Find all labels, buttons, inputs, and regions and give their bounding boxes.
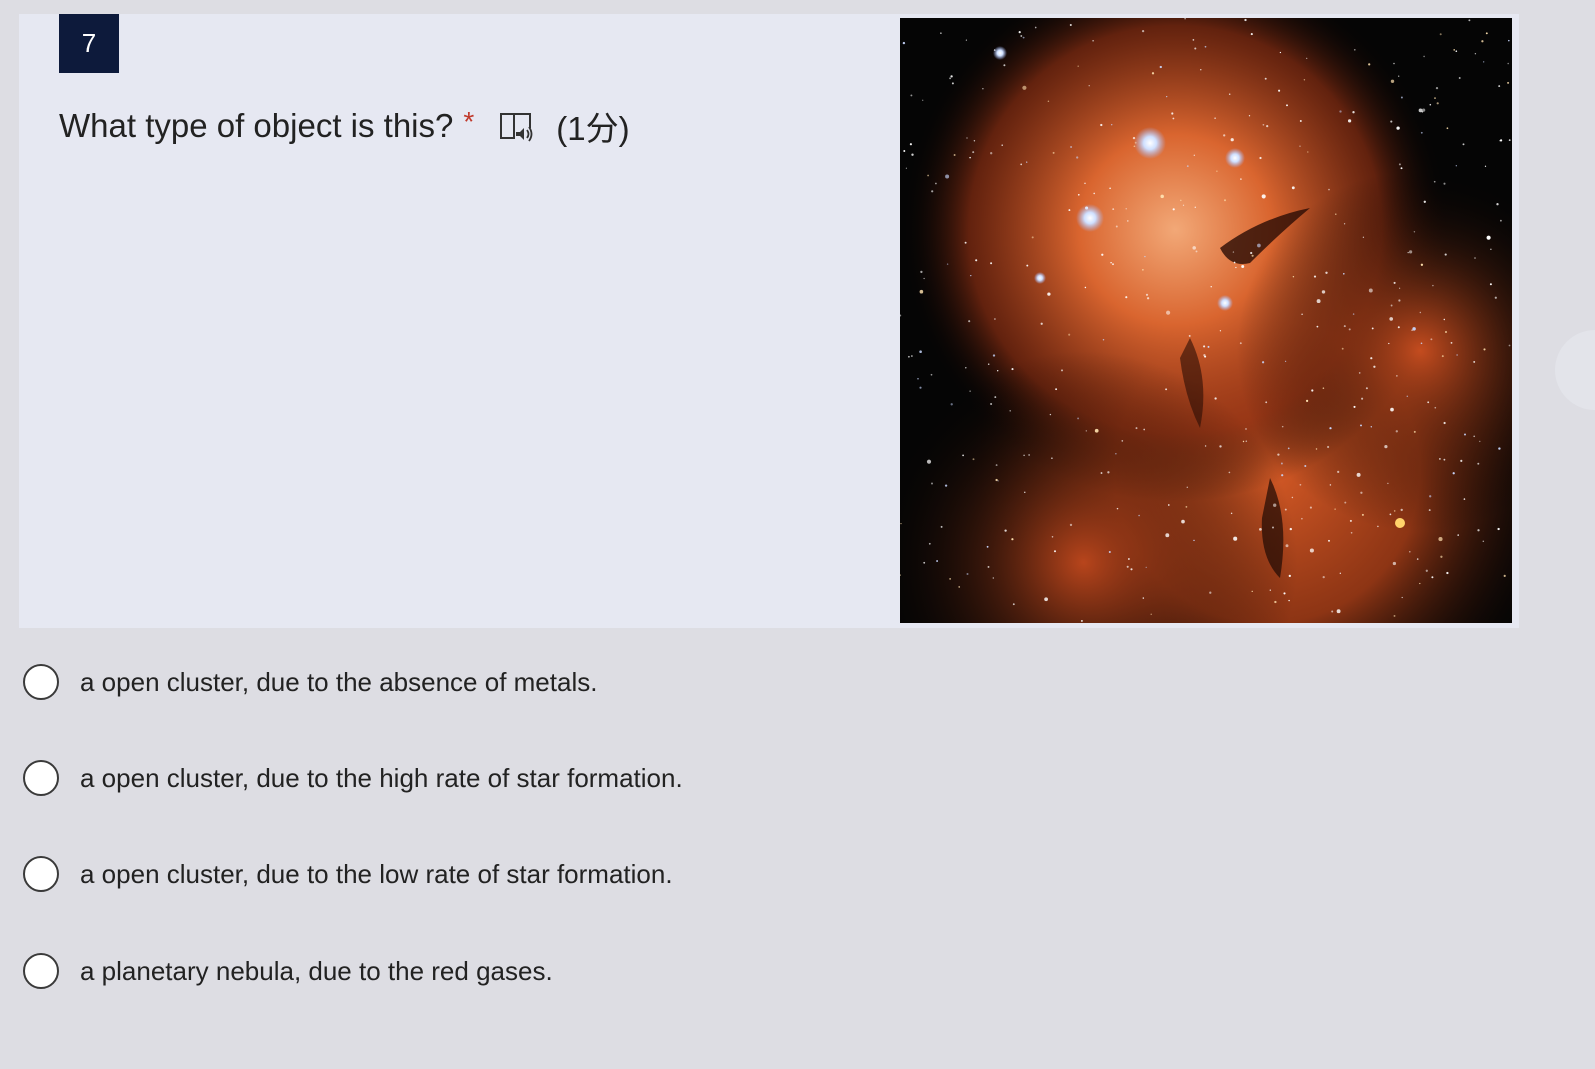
points-label: (1分) [556, 110, 630, 147]
option-label: a open cluster, due to the absence of me… [80, 666, 598, 697]
option-label: a open cluster, due to the high rate of … [80, 762, 683, 793]
answer-option-1[interactable]: a open cluster, due to the absence of me… [23, 662, 597, 702]
answer-option-4[interactable]: a planetary nebula, due to the red gases… [23, 951, 553, 991]
question-card: 7 What type of object is this? * (1分) [19, 14, 1519, 628]
radio-button[interactable] [23, 760, 59, 796]
answer-option-3[interactable]: a open cluster, due to the low rate of s… [23, 854, 673, 894]
answer-option-2[interactable]: a open cluster, due to the high rate of … [23, 758, 683, 798]
side-scroll-handle[interactable] [1555, 330, 1595, 410]
radio-button[interactable] [23, 664, 59, 700]
radio-button[interactable] [23, 953, 59, 989]
required-marker: * [463, 106, 475, 137]
radio-button[interactable] [23, 856, 59, 892]
option-label: a open cluster, due to the low rate of s… [80, 858, 673, 889]
question-number-badge: 7 [59, 14, 119, 73]
question-prompt-row: What type of object is this? * (1分) [59, 102, 630, 150]
nebula-image [900, 18, 1512, 623]
question-prompt: What type of object is this? [59, 107, 454, 144]
option-label: a planetary nebula, due to the red gases… [80, 955, 553, 986]
immersive-reader-icon[interactable] [498, 108, 534, 144]
